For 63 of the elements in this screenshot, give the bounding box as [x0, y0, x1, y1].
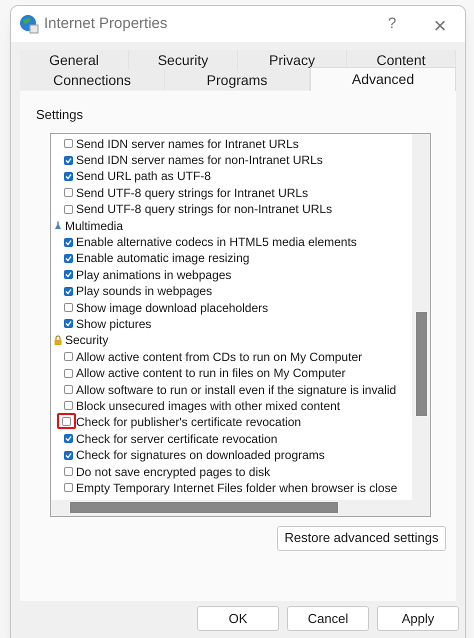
option-label[interactable]: Block unsecured images with other mixed content	[76, 400, 340, 412]
option-label[interactable]: Check for signatures on downloaded programs	[76, 449, 325, 462]
option-label[interactable]: Check for publisher's certificate revocation	[76, 416, 302, 428]
checkbox[interactable]	[64, 303, 72, 312]
dialog-button[interactable]: OK	[197, 606, 279, 631]
checkbox[interactable]	[64, 270, 72, 280]
option-label[interactable]: Play animations in webpages	[76, 268, 232, 281]
option-label[interactable]: Play sounds in webpages	[76, 285, 212, 298]
checkbox[interactable]	[64, 352, 72, 362]
option-label[interactable]: Empty Temporary Internet Files folder when browser is close	[76, 482, 398, 494]
option-label[interactable]: Send UTF-8 query strings for non-Intranet URLs	[76, 203, 332, 216]
checkbox[interactable]	[64, 368, 72, 378]
checkbox[interactable]	[64, 385, 72, 394]
dialog-button[interactable]: Cancel	[287, 606, 369, 631]
checkbox[interactable]	[64, 254, 72, 263]
checkbox[interactable]	[64, 139, 72, 148]
option-label[interactable]: Show image download placeholders	[76, 302, 268, 314]
option-label[interactable]: Allow active content to run in files on My Computer	[76, 367, 346, 380]
checkbox[interactable]	[62, 416, 71, 426]
checkbox[interactable]	[64, 204, 72, 214]
media-icon	[54, 221, 62, 230]
checkbox[interactable]	[64, 401, 72, 410]
tab[interactable]: Programs	[165, 70, 310, 90]
option-label[interactable]: Send UTF-8 query strings for Intranet URLs	[76, 186, 308, 199]
tab[interactable]: Privacy	[238, 50, 347, 70]
option-label[interactable]: Allow active content from CDs to run on My Computer	[76, 350, 362, 363]
option-label[interactable]: Enable automatic image resizing	[76, 252, 250, 264]
option-label[interactable]: Send URL path as UTF-8	[76, 170, 211, 182]
option-label[interactable]: Do not save encrypted pages to disk	[76, 466, 270, 478]
close-button[interactable]: ×	[415, 9, 465, 39]
vertical-scrollbar[interactable]	[412, 134, 430, 500]
tab[interactable]: General	[20, 50, 129, 70]
checkbox[interactable]	[64, 434, 72, 444]
checkbox[interactable]	[64, 450, 72, 460]
horizontal-scrollbar[interactable]	[51, 500, 430, 516]
option-label[interactable]: Send IDN server names for non-Intranet URLs	[76, 154, 323, 166]
category-label: Multimedia	[65, 220, 124, 232]
option-label[interactable]: Enable alternative codecs in HTML5 media elements	[76, 236, 357, 248]
window-title: Internet Properties	[44, 14, 168, 34]
checkbox[interactable]	[64, 238, 72, 247]
checkbox[interactable]	[64, 467, 72, 476]
option-label[interactable]: Show pictures	[76, 318, 152, 330]
scrollbar-thumb[interactable]	[70, 502, 338, 512]
option-label[interactable]: Send IDN server names for Intranet URLs	[76, 138, 299, 150]
category-label: Security	[65, 334, 108, 346]
checkbox[interactable]	[64, 188, 72, 198]
globe-icon	[19, 14, 39, 34]
dialog-button[interactable]: Apply	[377, 606, 459, 631]
lock-icon	[54, 335, 62, 346]
scrollbar-thumb[interactable]	[416, 312, 427, 416]
option-label[interactable]: Allow software to run or install even if the signature is invalid	[76, 384, 396, 396]
checkbox[interactable]	[64, 286, 72, 296]
restore-button[interactable]: Restore advanced settings	[277, 526, 446, 550]
option-label[interactable]: Check for server certificate revocation	[76, 432, 278, 445]
settings-label: Settings	[36, 106, 84, 124]
tab[interactable]: Connections	[20, 70, 165, 90]
tab[interactable]: Advanced	[310, 67, 456, 91]
checkbox[interactable]	[64, 483, 72, 492]
tab[interactable]: Security	[129, 50, 238, 70]
checkbox[interactable]	[64, 156, 72, 165]
checkbox[interactable]	[64, 319, 72, 328]
checkbox[interactable]	[64, 172, 72, 181]
help-button[interactable]: ?	[369, 9, 415, 39]
